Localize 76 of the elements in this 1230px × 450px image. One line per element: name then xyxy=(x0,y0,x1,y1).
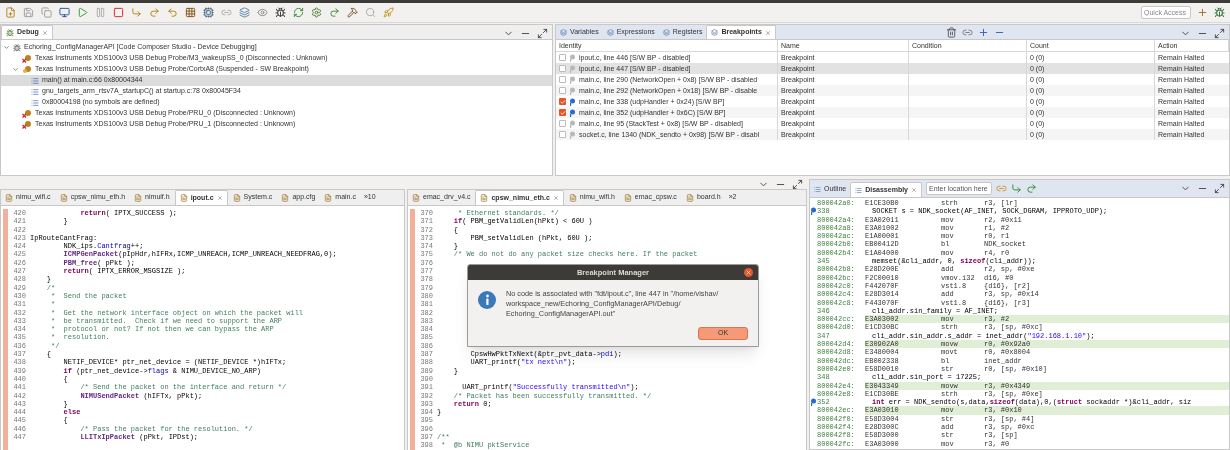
breakpoint-icon xyxy=(569,53,576,62)
close-icon[interactable] xyxy=(764,29,771,36)
breakpoint-icon xyxy=(569,119,576,128)
stack-frame-icon xyxy=(31,76,39,85)
stop-icon[interactable] xyxy=(113,7,124,18)
file-icon xyxy=(568,193,577,202)
checkbox[interactable] xyxy=(559,131,566,138)
checkbox[interactable] xyxy=(559,76,566,83)
step-into-icon[interactable] xyxy=(131,7,142,18)
close-icon[interactable] xyxy=(216,195,223,201)
rocket-icon[interactable] xyxy=(383,7,394,18)
pause-icon[interactable] xyxy=(95,7,106,18)
checkbox[interactable] xyxy=(559,87,566,94)
close-icon[interactable] xyxy=(552,195,559,201)
link-icon[interactable] xyxy=(221,7,232,18)
file-icon xyxy=(5,193,13,202)
checkbox[interactable] xyxy=(559,120,566,127)
expand-all-icon[interactable] xyxy=(978,26,990,38)
breakpoint-icon xyxy=(569,75,576,84)
chip-icon[interactable] xyxy=(203,7,214,18)
close-icon[interactable] xyxy=(911,187,917,193)
eye-icon[interactable] xyxy=(257,7,268,18)
target-disconnected-icon xyxy=(22,120,32,129)
hammer-icon[interactable] xyxy=(347,7,358,18)
step-over-icon[interactable] xyxy=(1026,183,1037,194)
breakpoint-icon xyxy=(569,86,576,95)
refresh-icon[interactable] xyxy=(293,7,304,18)
file-icon xyxy=(324,193,333,202)
bug-icon[interactable] xyxy=(275,7,286,18)
file-icon xyxy=(59,193,68,202)
target-disconnected-icon xyxy=(22,109,32,118)
breakpoint-icon xyxy=(569,97,576,106)
checkbox[interactable] xyxy=(559,65,566,72)
maximize-icon[interactable] xyxy=(537,28,548,39)
remove-icon[interactable] xyxy=(946,26,958,38)
step-return-icon[interactable] xyxy=(167,7,178,18)
file-icon xyxy=(412,193,420,202)
close-icon[interactable] xyxy=(41,29,48,36)
stack-frame-icon xyxy=(31,87,39,96)
file-plus-icon[interactable] xyxy=(5,7,16,18)
file-icon xyxy=(623,193,632,202)
target-disconnected-icon xyxy=(22,54,32,63)
maximize-icon[interactable] xyxy=(792,178,803,190)
maximize-icon[interactable] xyxy=(1214,183,1225,194)
bug-icon xyxy=(13,43,21,52)
grid-icon[interactable] xyxy=(185,7,196,18)
breakpoint-icon xyxy=(810,398,817,407)
maximize-icon[interactable] xyxy=(1214,28,1225,39)
file-icon xyxy=(134,193,143,202)
step-into-icon[interactable] xyxy=(1011,183,1022,194)
close-button[interactable] xyxy=(744,268,753,277)
file-icon xyxy=(179,194,188,202)
stack-frame-icon xyxy=(31,98,39,107)
save-icon[interactable] xyxy=(23,7,34,18)
gear-icon[interactable] xyxy=(311,7,322,18)
copy-icon[interactable] xyxy=(41,7,52,18)
file-icon xyxy=(281,193,290,202)
monitor-icon[interactable] xyxy=(59,7,70,18)
play-icon[interactable] xyxy=(77,7,88,18)
link-icon[interactable] xyxy=(996,183,1007,194)
file-icon xyxy=(685,193,694,202)
breakpoint-icon xyxy=(569,130,576,139)
info-icon xyxy=(478,291,496,309)
checkbox[interactable] xyxy=(559,54,566,61)
breakpoint-icon xyxy=(569,108,576,117)
bug-icon xyxy=(6,28,14,37)
breakpoint-icon xyxy=(810,207,817,216)
bug-icon[interactable] xyxy=(1214,7,1225,18)
search-icon[interactable] xyxy=(365,7,376,18)
layers-icon[interactable] xyxy=(239,7,250,18)
step-over-icon[interactable] xyxy=(149,7,160,18)
file-icon xyxy=(480,194,489,202)
breakpoint-icon xyxy=(569,64,576,73)
redo-icon[interactable] xyxy=(329,7,340,18)
file-icon xyxy=(232,193,241,202)
target-icon xyxy=(22,65,32,74)
